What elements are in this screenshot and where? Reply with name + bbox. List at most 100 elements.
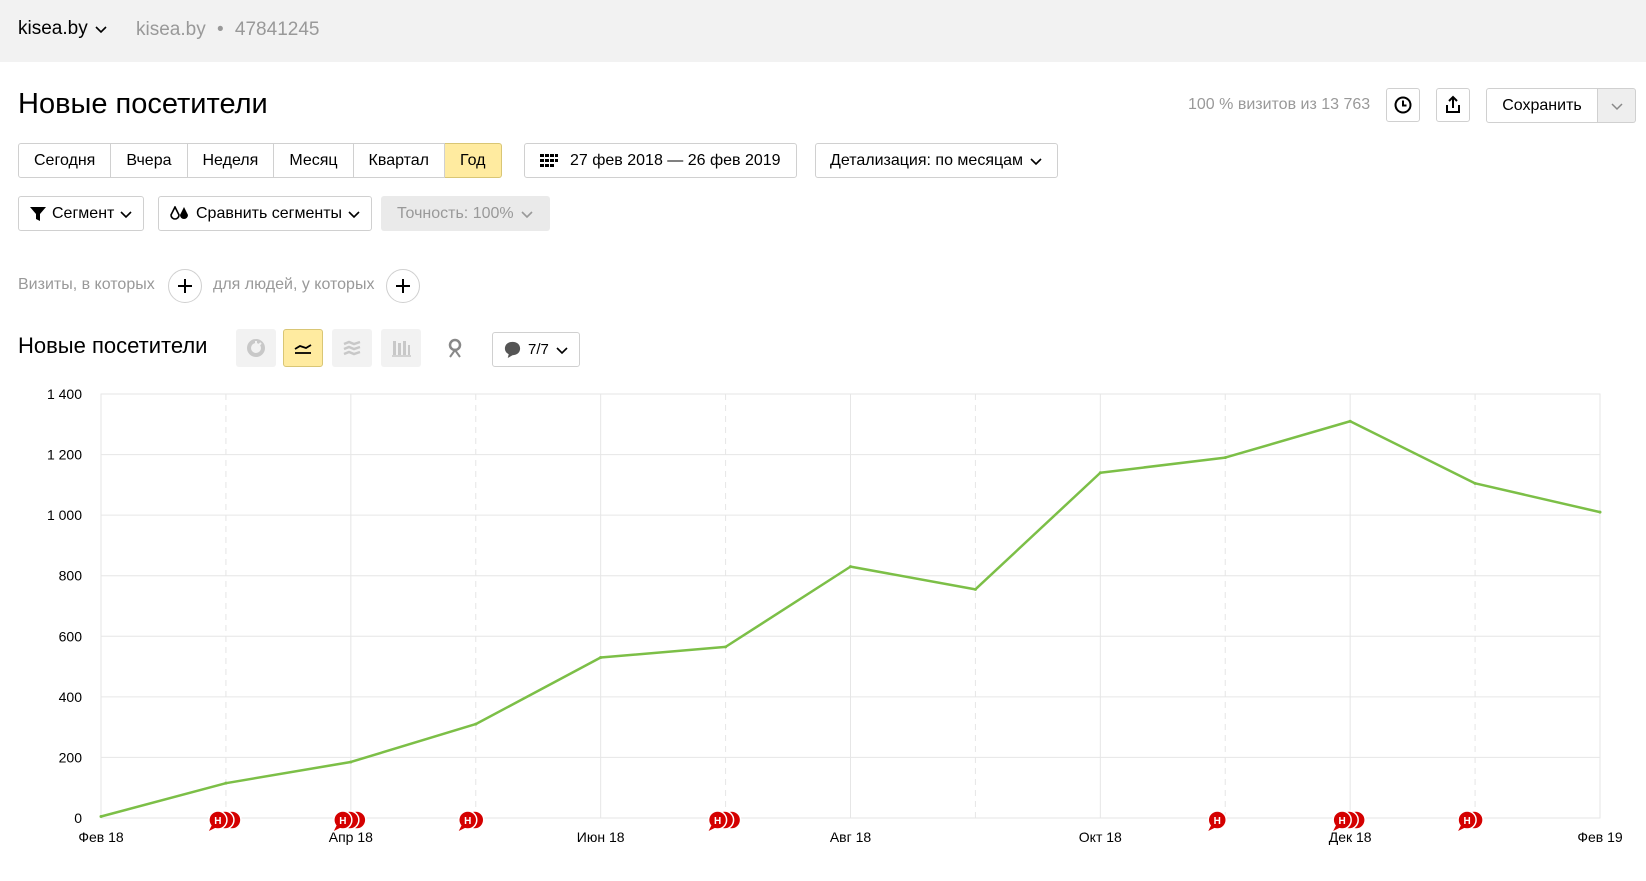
period-today-button[interactable]: Сегодня [18,143,112,178]
detail-dropdown[interactable]: Детализация: по месяцам [815,143,1059,178]
data-point [1098,471,1102,475]
data-point [474,722,478,726]
site-name: kisea.by [18,18,88,39]
save-button[interactable]: Сохранить [1486,88,1598,123]
note-letter: Н [1214,816,1221,827]
export-button[interactable] [1436,88,1470,122]
note-letter: Н [1339,816,1346,827]
accuracy-label: Точность: 100% [397,204,514,222]
compare-segments-button[interactable]: Сравнить сегменты [158,196,373,231]
x-tick-label: Апр 18 [329,829,373,845]
counter-site: kisea.by [136,19,206,40]
chevron-down-icon [1610,102,1623,110]
calendar-icon [540,153,558,167]
filter-icon [30,206,46,221]
plus-icon [396,279,410,293]
y-tick-label: 1 200 [47,447,82,463]
chart-title: Новые посетители [18,333,208,358]
people-filter-label: для людей, у которых [213,276,375,293]
segment-label: Сегмент [52,204,115,222]
line-chart-icon [294,344,312,354]
pie-chart-button[interactable] [236,329,276,367]
page-title: Новые посетители [18,88,268,120]
data-point [99,814,103,818]
data-point [1348,419,1352,423]
note-letter: Н [339,816,346,827]
note-marker[interactable]: Н [208,810,242,831]
map-button[interactable] [440,333,470,363]
data-point [224,781,228,785]
y-tick-label: 800 [59,568,83,584]
area-chart-icon [343,340,361,356]
data-point [1223,456,1227,460]
share-icon [1446,95,1460,113]
top-bar: kisea.by kisea.by • 47841245 [0,0,1646,62]
visits-filter-label: Визиты, в которых [18,276,155,293]
x-tick-label: Фев 19 [1577,829,1623,845]
y-tick-label: 1 400 [47,386,82,402]
save-group: Сохранить [1486,88,1636,123]
period-month-button[interactable]: Месяц [274,143,354,178]
data-point [973,587,977,591]
x-tick-label: Авг 18 [830,829,872,845]
data-point [849,565,852,569]
save-options-button[interactable] [1598,88,1636,123]
accuracy-dropdown[interactable]: Точность: 100% [381,196,550,231]
date-range-picker[interactable]: 27 фев 2018 — 26 фев 2019 [524,143,797,178]
period-year-button[interactable]: Год [445,143,502,178]
comment-icon [504,341,521,359]
data-point [1598,510,1602,514]
note-letter: Н [214,816,221,827]
note-marker[interactable]: Н [707,810,742,831]
detail-label: Детализация: по месяцам [830,151,1024,169]
note-marker[interactable]: Н [1207,810,1227,831]
bar-chart-icon [392,341,411,357]
chevron-down-icon [95,26,107,34]
data-point [724,645,728,649]
compare-label: Сравнить сегменты [196,204,343,222]
bar-chart-button[interactable] [381,329,421,367]
visits-summary: 100 % визитов из 13 763 [1188,96,1371,113]
counter-id: 47841245 [234,19,320,40]
y-tick-label: 400 [59,689,83,705]
add-people-filter-button[interactable] [386,269,420,303]
line-chart-button[interactable] [283,329,323,367]
chevron-down-icon [556,346,568,354]
site-switcher[interactable]: kisea.by [18,18,108,40]
plus-icon [178,279,192,293]
compare-drops-icon [170,205,188,220]
period-quarter-button[interactable]: Квартал [353,143,446,178]
y-tick-label: 200 [59,749,83,765]
counter-info: kisea.by • 47841245 [136,19,319,41]
data-point [349,760,353,764]
x-tick-label: Окт 18 [1079,829,1122,845]
add-visit-filter-button[interactable] [168,269,202,303]
note-marker[interactable]: Н [1332,810,1366,831]
note-letter: Н [714,816,721,827]
segment-button[interactable]: Сегмент [18,196,145,231]
area-chart-button[interactable] [332,329,372,367]
period-week-button[interactable]: Неделя [187,143,275,178]
x-tick-label: Фев 18 [78,829,124,845]
chevron-down-icon [1030,157,1042,165]
clock-icon [1394,96,1412,114]
note-marker[interactable]: Н [333,810,367,831]
y-tick-label: 0 [74,810,82,826]
x-tick-label: Дек 18 [1329,829,1372,845]
note-letter: Н [1463,816,1470,827]
note-letter: Н [464,816,471,827]
data-point [1473,481,1477,485]
chevron-down-icon [521,210,533,218]
period-yesterday-button[interactable]: Вчера [111,143,188,178]
notes-dropdown[interactable]: 7/7 [492,332,580,367]
date-range-label: 27 фев 2018 — 26 фев 2019 [570,151,781,169]
line-chart: 0 200 400 600 800 1 000 1 200 1 400 Фев 18 Апр 18… [47,386,1623,845]
note-marker[interactable]: Н [458,810,485,831]
history-button[interactable] [1386,88,1420,122]
note-marker[interactable]: Н [1457,810,1484,831]
y-tick-label: 1 000 [47,507,82,523]
notes-count: 7/7 [528,341,549,358]
x-tick-label: Июн 18 [577,829,625,845]
chevron-down-icon [120,210,132,218]
period-selector: Сегодня Вчера Неделя Месяц Квартал Год [18,143,502,178]
